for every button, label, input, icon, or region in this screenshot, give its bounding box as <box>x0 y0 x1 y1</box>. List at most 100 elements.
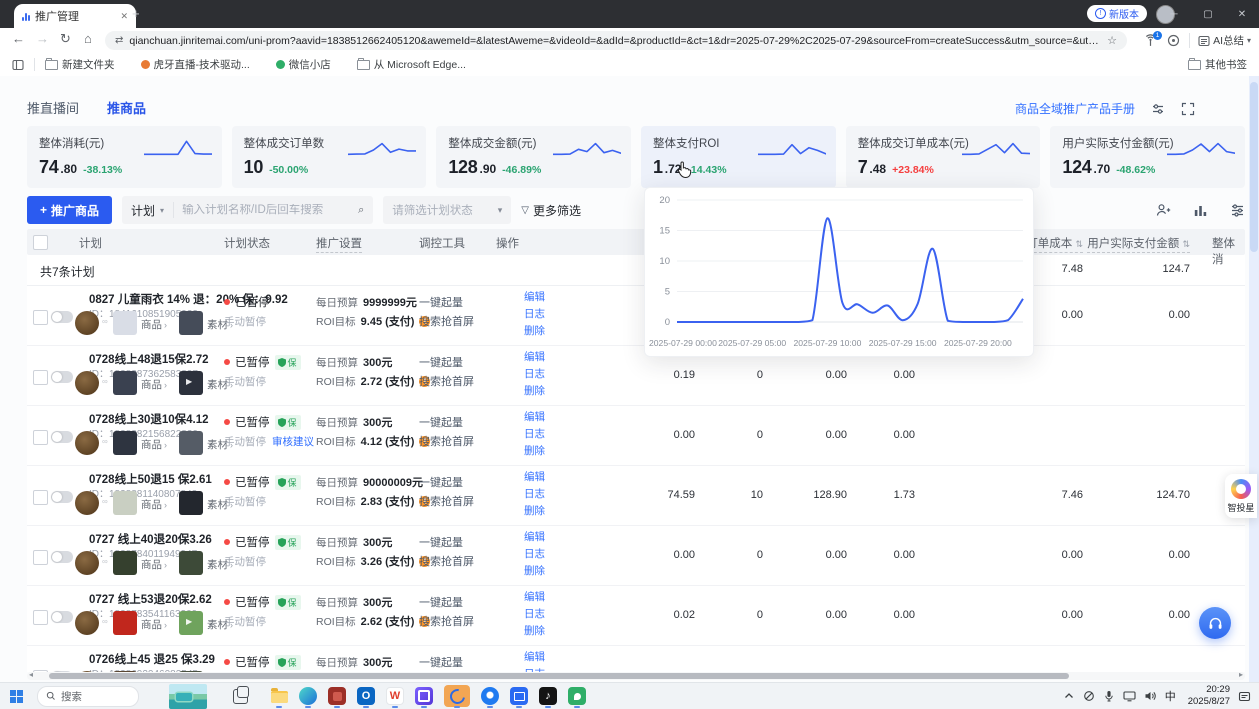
add-person-icon[interactable] <box>1156 203 1171 218</box>
row-checkbox[interactable] <box>33 610 48 625</box>
taskbar-app-blue-square-app[interactable] <box>510 683 528 709</box>
metric-card-3[interactable]: 整体支付ROI1.72-14.43% <box>641 126 836 188</box>
product-thumbnail[interactable] <box>113 371 137 395</box>
material-thumbnail[interactable] <box>179 491 203 515</box>
fullscreen-icon[interactable] <box>1181 102 1195 116</box>
product-link[interactable]: 商品› <box>141 317 167 332</box>
edit-action[interactable]: 编辑 <box>524 529 545 544</box>
plan-enable-toggle[interactable] <box>51 491 73 503</box>
notifications-icon[interactable] <box>1238 690 1251 703</box>
browser-tab[interactable]: 推广管理 ✕ <box>14 4 136 28</box>
taskbar-app-wps-office[interactable]: W <box>386 683 404 709</box>
edit-action[interactable]: 编辑 <box>524 409 545 424</box>
select-all-checkbox[interactable] <box>33 235 48 250</box>
url-text[interactable]: qianchuan.jinritemai.com/uni-prom?aavid=… <box>129 35 1101 47</box>
log-action[interactable]: 日志 <box>524 486 545 501</box>
extension-broadcast-icon[interactable]: 1 <box>1144 34 1158 48</box>
horizontal-scrollbar[interactable]: ◂ ▸ <box>27 672 1245 680</box>
side-panel-icon[interactable] <box>12 59 24 71</box>
taskbar-app-file-explorer[interactable] <box>270 683 288 709</box>
one-key-boost-button[interactable]: 一键起量 <box>419 474 463 490</box>
product-thumbnail[interactable] <box>113 311 137 335</box>
taskbar-clock[interactable]: 20:29 2025/8/27 <box>1188 684 1230 708</box>
taskbar-app-douyin[interactable]: ♪ <box>539 683 557 709</box>
task-view-button[interactable] <box>233 689 248 704</box>
edit-action[interactable]: 编辑 <box>524 589 545 604</box>
one-key-boost-button[interactable]: 一键起量 <box>419 414 463 430</box>
one-key-boost-button[interactable]: 一键起量 <box>419 294 463 310</box>
metric-card-0[interactable]: 整体消耗(元)74.80-38.13% <box>27 126 222 188</box>
log-action[interactable]: 日志 <box>524 606 545 621</box>
assistant-widget[interactable]: 智投星 <box>1225 474 1257 518</box>
product-link[interactable]: 商品› <box>141 497 167 512</box>
search-icon[interactable]: ⌕ <box>358 204 373 217</box>
product-thumbnail[interactable] <box>113 611 137 635</box>
search-top-screen-button[interactable]: 搜索抢首屏 <box>419 313 474 329</box>
new-tab-button[interactable]: + <box>132 7 140 21</box>
one-key-boost-button[interactable]: 一键起量 <box>419 654 463 670</box>
other-bookmarks[interactable]: 其他书签 <box>1188 57 1247 72</box>
delete-action[interactable]: 删除 <box>524 323 545 338</box>
close-button[interactable]: ✕ <box>1225 9 1259 20</box>
bookmark-item-1[interactable]: 虎牙直播-技术驱动... <box>141 57 250 72</box>
new-version-badge[interactable]: ! 新版本 <box>1087 5 1147 22</box>
metric-card-4[interactable]: 整体成交订单成本(元)7.48+23.84% <box>846 126 1041 188</box>
plan-enable-toggle[interactable] <box>51 431 73 443</box>
taskbar-search[interactable]: 搜索 <box>37 686 139 707</box>
product-link[interactable]: 商品› <box>141 617 167 632</box>
ai-summary-button[interactable]: AI总结 ▾ <box>1189 33 1251 48</box>
product-link[interactable]: 商品› <box>141 557 167 572</box>
scrollbar-thumb[interactable] <box>49 673 1069 679</box>
tab-live-room[interactable]: 推直播间 <box>27 98 79 117</box>
delete-action[interactable]: 删除 <box>524 503 545 518</box>
plan-enable-toggle[interactable] <box>51 311 73 323</box>
pen-disabled-icon[interactable] <box>1083 690 1095 702</box>
url-bar[interactable]: ⇄ qianchuan.jinritemai.com/uni-prom?aavi… <box>105 31 1127 50</box>
taskbar-app-edge-browser[interactable] <box>299 683 317 709</box>
custom-columns-icon[interactable] <box>1230 203 1245 218</box>
site-info-icon[interactable]: ⇄ <box>115 35 123 46</box>
delete-action[interactable]: 删除 <box>524 563 545 578</box>
product-manual-link[interactable]: 商品全域推广产品手册 <box>1015 100 1135 117</box>
column-chart-icon[interactable] <box>1193 203 1208 218</box>
row-checkbox[interactable] <box>33 310 48 325</box>
edit-action[interactable]: 编辑 <box>524 349 545 364</box>
forward-button[interactable]: → <box>36 31 49 46</box>
edit-action[interactable]: 编辑 <box>524 289 545 304</box>
delete-action[interactable]: 删除 <box>524 383 545 398</box>
search-top-screen-button[interactable]: 搜索抢首屏 <box>419 493 474 509</box>
metric-card-5[interactable]: 用户实际支付金额(元)124.70-48.62% <box>1050 126 1245 188</box>
row-checkbox[interactable] <box>33 430 48 445</box>
page-vertical-scrollbar[interactable] <box>1249 76 1259 682</box>
cast-display-icon[interactable] <box>1123 690 1136 702</box>
taskbar-app-outlook[interactable]: O <box>357 683 375 709</box>
scroll-left-icon[interactable]: ◂ <box>29 670 33 679</box>
extensions-icon[interactable] <box>1167 34 1180 47</box>
sort-icon[interactable]: ⇅ <box>1182 239 1190 249</box>
material-thumbnail[interactable] <box>179 431 203 455</box>
product-thumbnail[interactable] <box>113 551 137 575</box>
minimize-button[interactable]: ─ <box>1157 9 1191 20</box>
bookmark-item-3[interactable]: 从 Microsoft Edge... <box>357 57 466 72</box>
search-type-select[interactable]: 计划 ▾ <box>122 202 174 218</box>
product-thumbnail[interactable] <box>113 491 137 515</box>
product-thumbnail[interactable] <box>113 431 137 455</box>
home-button[interactable]: ⌂ <box>84 31 92 46</box>
metric-card-1[interactable]: 整体成交订单数10-50.00% <box>232 126 427 188</box>
material-thumbnail[interactable]: ▶ <box>179 371 203 395</box>
edit-action[interactable]: 编辑 <box>524 469 545 484</box>
taskbar-app-purple-app[interactable] <box>415 683 433 709</box>
material-thumbnail[interactable]: ▶ <box>179 611 203 635</box>
plan-enable-toggle[interactable] <box>51 551 73 563</box>
row-checkbox[interactable] <box>33 370 48 385</box>
plan-status-select[interactable]: 请筛选计划状态 ▾ <box>383 196 511 224</box>
ime-indicator[interactable]: 中 <box>1165 688 1176 704</box>
tab-close-icon[interactable]: ✕ <box>120 11 128 22</box>
bookmark-star-icon[interactable]: ☆ <box>1107 34 1117 47</box>
plan-enable-toggle[interactable] <box>51 371 73 383</box>
metric-card-2[interactable]: 整体成交金额(元)128.90-46.89% <box>436 126 631 188</box>
reload-button[interactable]: ↻ <box>60 31 71 47</box>
plan-enable-toggle[interactable] <box>51 611 73 623</box>
plan-search-input[interactable] <box>174 204 358 216</box>
scrollbar-thumb[interactable] <box>1250 82 1258 252</box>
